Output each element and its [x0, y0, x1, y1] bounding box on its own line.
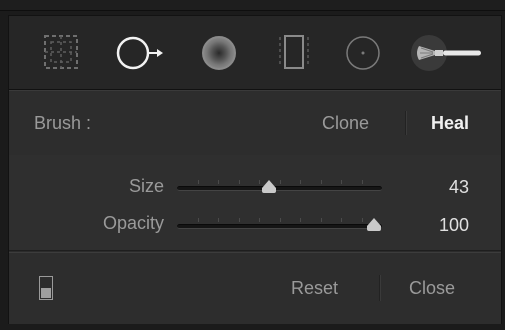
slider-tick [197, 218, 199, 222]
brush-label: Brush : [34, 113, 92, 133]
crop-overlay-icon[interactable] [31, 24, 91, 82]
size-slider[interactable] [177, 180, 382, 194]
brush-settings: Size 43 Opacity 100 [9, 155, 501, 251]
slider-tick [361, 180, 363, 184]
size-label: Size [128, 176, 164, 196]
top-strip [0, 0, 505, 11]
slider-tick [238, 218, 240, 222]
spot-removal-icon[interactable] [109, 24, 169, 82]
slider-tick [300, 218, 301, 222]
slider-tick [197, 180, 199, 184]
size-slider-ticks [177, 180, 382, 184]
slider-tick [259, 180, 260, 184]
size-slider-thumb[interactable] [262, 180, 277, 193]
opacity-slider-thumb[interactable] [366, 218, 381, 231]
radial-filter-icon[interactable] [333, 24, 393, 82]
size-slider-track [177, 186, 382, 191]
slider-tick [300, 180, 301, 184]
slider-tick [279, 180, 281, 184]
tool-strip [9, 16, 501, 90]
heal-option[interactable]: Heal [431, 113, 469, 134]
opacity-label: Opacity [102, 213, 164, 233]
slider-tick [341, 218, 342, 222]
opacity-slider-track [177, 224, 382, 229]
slider-tick [238, 180, 240, 184]
clone-option[interactable]: Clone [322, 113, 369, 134]
panel-footer: Reset Close [9, 252, 501, 324]
size-value[interactable]: 43 [409, 177, 469, 198]
graduated-filter-icon[interactable] [264, 24, 324, 82]
slider-tick [279, 218, 281, 222]
slider-tick [320, 180, 322, 184]
slider-tick [259, 218, 260, 222]
footer-separator [379, 275, 381, 301]
slider-tick [361, 218, 363, 222]
brush-mode-row: Brush : Clone Heal [9, 90, 501, 156]
spot-removal-panel: Brush : Clone Heal Size 43 Opacity 100 R… [8, 15, 502, 324]
opacity-value[interactable]: 100 [409, 215, 469, 236]
adjustment-brush-icon[interactable] [399, 24, 489, 82]
close-button[interactable]: Close [409, 278, 455, 299]
red-eye-correction-icon[interactable] [189, 24, 249, 82]
opacity-slider-ticks [177, 218, 382, 222]
panel-switch-icon[interactable] [39, 276, 53, 300]
opacity-slider[interactable] [177, 218, 382, 232]
slider-tick [320, 218, 322, 222]
brush-option-separator [405, 111, 407, 135]
slider-tick [218, 218, 219, 222]
slider-tick [218, 180, 219, 184]
slider-tick [341, 180, 342, 184]
reset-button[interactable]: Reset [291, 278, 338, 299]
